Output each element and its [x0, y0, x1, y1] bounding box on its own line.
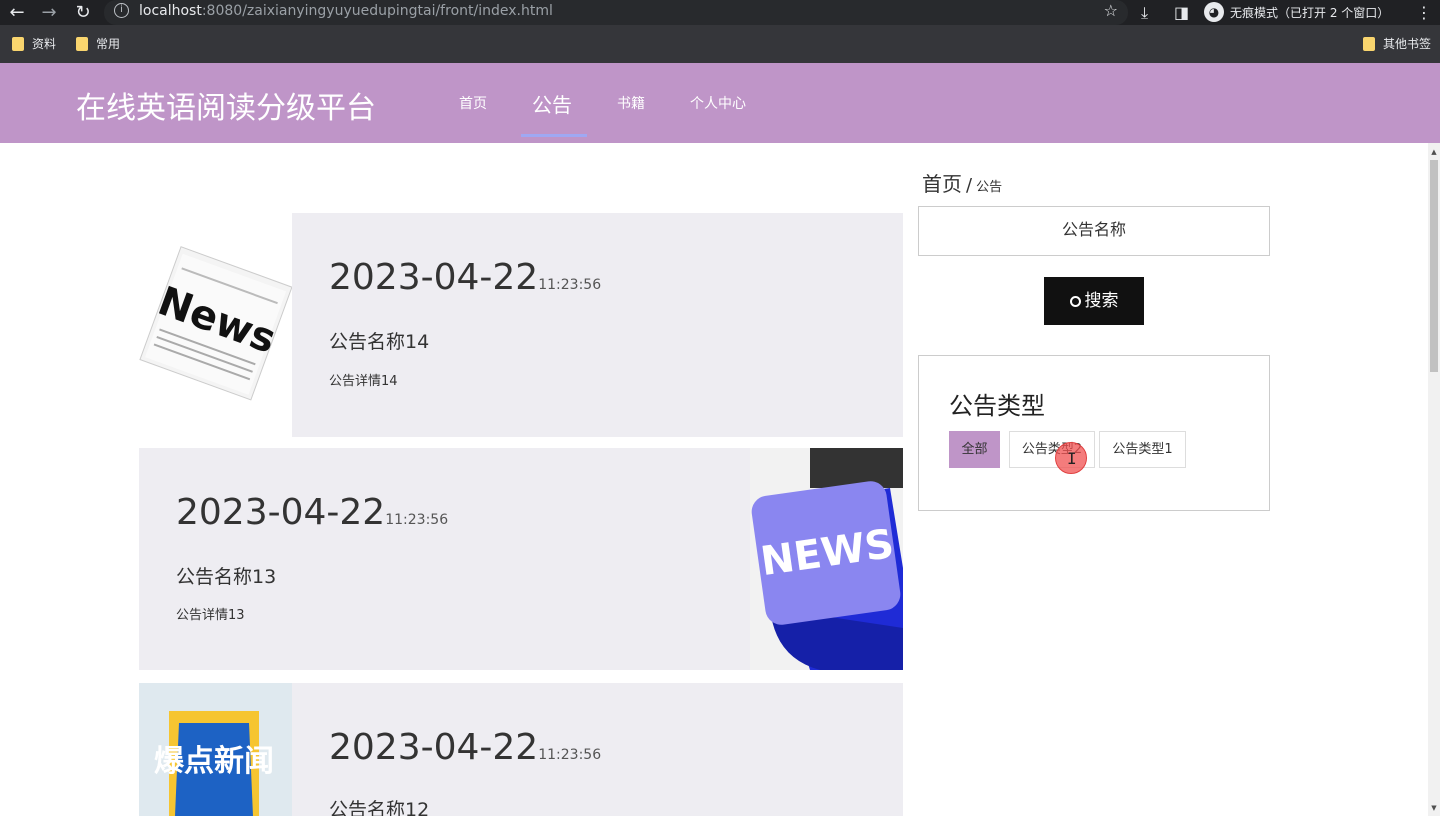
bookmark-star-icon[interactable]: ☆	[1104, 1, 1118, 20]
active-nav-underline	[521, 134, 587, 137]
breadcrumb-home[interactable]: 首页	[922, 172, 962, 196]
nav-personal-center[interactable]: 个人中心	[690, 93, 746, 113]
address-bar[interactable]: i localhost:8080/zaixianyingyuyuedupingt…	[104, 0, 1128, 25]
scroll-up-icon[interactable]: ▲	[1430, 148, 1438, 156]
text-cursor-icon: I	[1067, 449, 1077, 468]
incognito-icon: ◕	[1204, 2, 1224, 22]
notice-title[interactable]: 公告名称12	[329, 795, 429, 816]
news-newspaper-image[interactable]: News	[139, 213, 292, 437]
notice-title[interactable]: 公告名称13	[176, 562, 276, 589]
incognito-indicator[interactable]: ◕ 无痕模式（已打开 2 个窗口）	[1204, 2, 1389, 22]
notice-date: 2023-04-2211:23:56	[329, 727, 602, 768]
forward-icon[interactable]: →	[38, 2, 60, 24]
bookmark-folder-changyong[interactable]: 常用	[76, 35, 120, 52]
notice-date: 2023-04-2211:23:56	[329, 257, 602, 298]
poster-text: 爆点新闻	[154, 744, 274, 779]
mouse-cursor-indicator: I	[1055, 442, 1087, 474]
reload-icon[interactable]: ↻	[72, 2, 94, 24]
nav-notice[interactable]: 公告	[532, 89, 572, 118]
notice-date: 2023-04-2211:23:56	[176, 492, 449, 533]
nav-books[interactable]: 书籍	[617, 93, 645, 113]
notice-card[interactable]: 2023-04-2211:23:56 公告名称13 公告详情13 NEWS	[139, 448, 903, 670]
back-icon[interactable]: ←	[6, 2, 28, 24]
browser-toolbar: ← → ↻ i localhost:8080/zaixianyingyuyued…	[0, 0, 1440, 25]
search-icon	[1069, 296, 1081, 307]
notice-detail: 公告详情13	[176, 608, 245, 623]
breadcrumb-current: 公告	[976, 180, 1003, 195]
bookmark-bar: 资料 常用 其他书签	[0, 25, 1440, 63]
breaking-news-poster-image[interactable]: 爆点新闻	[139, 683, 292, 816]
bookmark-folder-other[interactable]: 其他书签	[1363, 35, 1431, 52]
type-panel-title: 公告类型	[949, 392, 1045, 420]
notice-detail: 公告详情14	[329, 374, 398, 389]
site-header: 在线英语阅读分级平台 首页 公告 书籍 个人中心	[0, 63, 1440, 143]
folder-icon	[12, 36, 24, 51]
download-icon[interactable]: ⤓	[1141, 2, 1148, 24]
side-panel-icon[interactable]: ◨	[1174, 2, 1189, 24]
folder-icon	[1363, 36, 1375, 51]
site-logo[interactable]: 在线英语阅读分级平台	[76, 83, 376, 127]
folder-icon	[76, 36, 88, 51]
breadcrumb: 首页 / 公告	[922, 172, 1003, 196]
scroll-down-icon[interactable]: ▼	[1430, 804, 1438, 812]
notice-title[interactable]: 公告名称14	[329, 327, 429, 354]
bookmark-folder-ziliao[interactable]: 资料	[12, 35, 56, 52]
site-info-icon[interactable]: i	[114, 3, 129, 18]
news-keyboard-key-image[interactable]: NEWS	[750, 448, 903, 670]
notice-card[interactable]: 爆点新闻 2023-04-2211:23:56 公告名称12	[139, 683, 903, 816]
notice-type-panel: 公告类型 全部 公告类型2 公告类型1	[918, 355, 1270, 511]
menu-kebab-icon[interactable]: ⋮	[1416, 2, 1432, 24]
url-text[interactable]: localhost:8080/zaixianyingyuyuedupingtai…	[139, 3, 553, 19]
notice-card[interactable]: News 2023-04-2211:23:56 公告名称14 公告详情14	[139, 213, 903, 437]
scrollbar-thumb[interactable]	[1430, 160, 1438, 372]
search-button[interactable]: 搜索	[1044, 277, 1144, 325]
nav-home[interactable]: 首页	[459, 93, 487, 113]
notice-name-search-input[interactable]: 公告名称	[918, 206, 1270, 256]
type-tag-all[interactable]: 全部	[949, 431, 1000, 468]
type-tag-1[interactable]: 公告类型1	[1099, 431, 1186, 468]
